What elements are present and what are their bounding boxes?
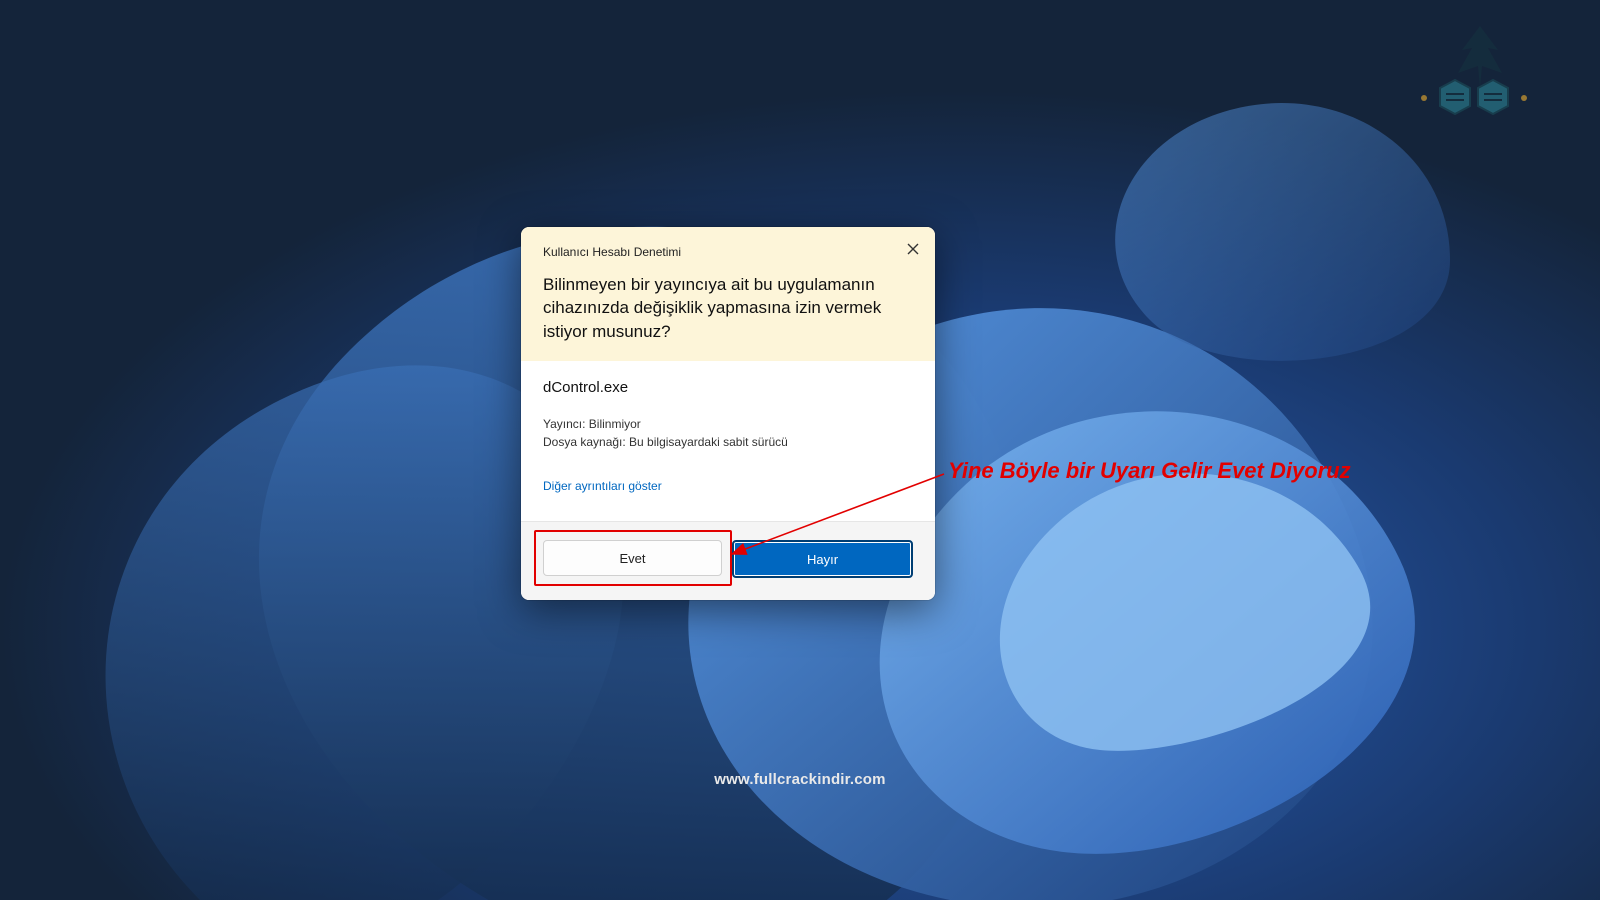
uac-question: Bilinmeyen bir yayıncıya ait bu uygulama…: [543, 273, 913, 343]
uac-dialog-footer: Evet Hayır: [521, 521, 935, 600]
uac-app-name: dControl.exe: [543, 379, 913, 396]
uac-publisher: Yayıncı: Bilinmiyor: [543, 416, 913, 433]
desktop-background: Kullanıcı Hesabı Denetimi Bilinmeyen bir…: [0, 0, 1600, 900]
uac-title: Kullanıcı Hesabı Denetimi: [543, 245, 913, 259]
annotation-text: Yine Böyle bir Uyarı Gelir Evet Diyoruz: [948, 458, 1351, 484]
no-button[interactable]: Hayır: [732, 540, 913, 578]
uac-dialog-body: dControl.exe Yayıncı: Bilinmiyor Dosya k…: [521, 361, 935, 521]
yes-button[interactable]: Evet: [543, 540, 722, 576]
brand-logo-watermark: [1400, 18, 1560, 128]
close-button[interactable]: [897, 233, 929, 265]
uac-dialog: Kullanıcı Hesabı Denetimi Bilinmeyen bir…: [521, 227, 935, 600]
uac-show-details-link[interactable]: Diğer ayrıntıları göster: [543, 479, 662, 493]
uac-dialog-header: Kullanıcı Hesabı Denetimi Bilinmeyen bir…: [521, 227, 935, 361]
close-icon: [907, 243, 919, 255]
uac-file-source: Dosya kaynağı: Bu bilgisayardaki sabit s…: [543, 434, 913, 451]
site-watermark: www.fullcrackindir.com: [714, 771, 885, 788]
